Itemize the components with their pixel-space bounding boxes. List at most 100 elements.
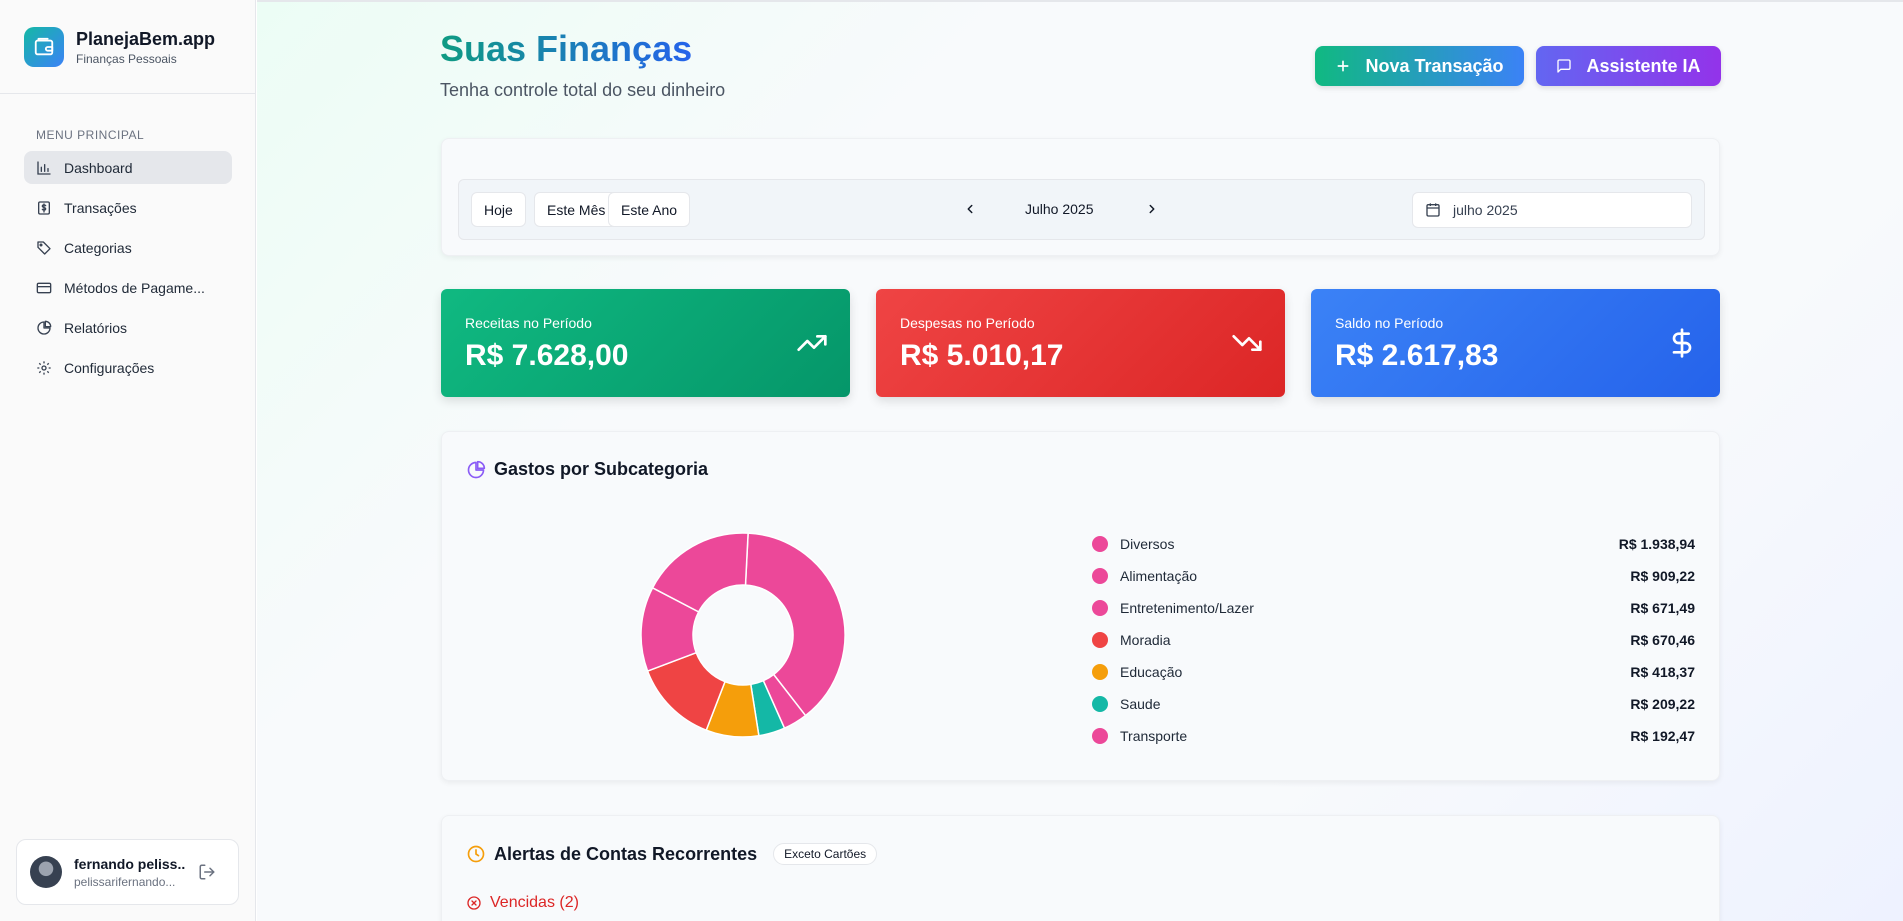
- page-title: Suas Finanças: [440, 28, 693, 69]
- credit-card-icon: [36, 282, 52, 293]
- legend-label: Saude: [1120, 696, 1161, 712]
- period-filter-bar: Hoje Este Mês Este Ano Julho 2025 julho …: [458, 179, 1705, 240]
- date-picker-value: julho 2025: [1453, 202, 1518, 218]
- legend-value: R$ 1.938,94: [1618, 536, 1695, 552]
- sidebar-item-label: Configurações: [64, 359, 155, 376]
- expense-label: Despesas no Período: [900, 315, 1035, 331]
- plus-icon: [1337, 60, 1349, 72]
- legend-label: Educação: [1120, 664, 1183, 680]
- menu-section-title: MENU PRINCIPAL: [36, 128, 145, 142]
- chevron-left-icon[interactable]: [963, 202, 977, 216]
- legend-item: Diversos R$ 1.938,94: [1092, 528, 1695, 560]
- new-transaction-button[interactable]: Nova Transação: [1315, 46, 1524, 86]
- legend-value: R$ 909,22: [1630, 568, 1695, 584]
- income-label: Receitas no Período: [465, 315, 592, 331]
- trending-down-icon: [1232, 335, 1262, 351]
- sidebar-item-label: Categorias: [64, 239, 132, 256]
- chevron-right-icon[interactable]: [1145, 202, 1159, 216]
- alerts-title: Alertas de Contas Recorrentes: [494, 843, 758, 864]
- sidebar-item-transactions[interactable]: Transações: [24, 191, 232, 224]
- period-label: Julho 2025: [1025, 201, 1094, 217]
- x-circle-icon: [467, 896, 481, 910]
- legend-item: Educação R$ 418,37: [1092, 656, 1695, 688]
- ai-assistant-label: Assistente IA: [1586, 55, 1701, 76]
- income-value: R$ 7.628,00: [465, 339, 629, 372]
- legend-label: Transporte: [1120, 728, 1188, 744]
- legend-value: R$ 418,37: [1630, 664, 1695, 680]
- expense-card: Despesas no Período R$ 5.010,17: [876, 289, 1285, 397]
- sidebar-item-categories[interactable]: Categorias: [24, 231, 232, 264]
- subcategory-chart-header: Gastos por Subcategoria: [466, 459, 708, 480]
- user-name: fernando peliss...: [74, 855, 186, 872]
- sidebar-item-label: Dashboard: [64, 159, 133, 176]
- recurring-alerts-card: Alertas de Contas Recorrentes Exceto Car…: [441, 815, 1720, 921]
- legend-value: R$ 671,49: [1630, 600, 1695, 616]
- calendar-icon: [1426, 203, 1440, 217]
- avatar: [30, 856, 62, 888]
- except-cards-badge: Exceto Cartões: [773, 843, 878, 865]
- legend-label: Moradia: [1120, 632, 1171, 648]
- sidebar-item-dashboard[interactable]: Dashboard: [24, 151, 232, 184]
- dollar-receipt-icon: [38, 200, 50, 215]
- sidebar-item-payment-methods[interactable]: Métodos de Pagame...: [24, 271, 232, 304]
- user-card[interactable]: fernando peliss... pelissarifernando...: [16, 839, 239, 905]
- legend-swatch: [1092, 664, 1108, 680]
- sidebar-item-label: Relatórios: [64, 319, 128, 336]
- legend-value: R$ 192,47: [1630, 728, 1695, 744]
- legend-item: Entretenimento/Lazer R$ 671,49: [1092, 592, 1695, 624]
- brand-name: PlanejaBem.app: [76, 28, 216, 49]
- chat-icon: [1557, 59, 1572, 73]
- filter-this-year-button[interactable]: Este Ano: [608, 192, 691, 227]
- legend-value: R$ 209,22: [1630, 696, 1695, 712]
- legend-swatch: [1092, 632, 1108, 648]
- sidebar-item-label: Métodos de Pagame...: [64, 279, 205, 296]
- main-content: Suas Finanças Tenha controle total do se…: [257, 0, 1903, 921]
- balance-value: R$ 2.617,83: [1335, 339, 1499, 372]
- bar-chart-icon: [37, 160, 51, 175]
- period-filter-card: Hoje Este Mês Este Ano Julho 2025 julho …: [441, 138, 1720, 256]
- donut-chart: [640, 532, 846, 738]
- ai-assistant-button[interactable]: Assistente IA: [1536, 46, 1721, 86]
- legend-swatch: [1092, 568, 1108, 584]
- chart-legend: Diversos R$ 1.938,94 Alimentação R$ 909,22 E…: [1092, 528, 1695, 752]
- brand[interactable]: PlanejaBem.app Finanças Pessoais: [0, 0, 255, 94]
- trending-up-icon: [797, 335, 827, 351]
- logout-icon[interactable]: [198, 863, 216, 881]
- wallet-icon: [24, 26, 64, 67]
- new-transaction-label: Nova Transação: [1365, 55, 1504, 76]
- sidebar-item-label: Transações: [64, 199, 137, 216]
- tag-icon: [37, 240, 51, 255]
- income-card: Receitas no Período R$ 7.628,00: [441, 289, 850, 397]
- legend-item: Transporte R$ 192,47: [1092, 720, 1695, 752]
- dollar-icon: [1672, 328, 1692, 358]
- legend-label: Entretenimento/Lazer: [1120, 600, 1254, 616]
- expense-value: R$ 5.010,17: [900, 339, 1064, 372]
- filter-today-button[interactable]: Hoje: [471, 192, 526, 227]
- legend-item: Saude R$ 209,22: [1092, 688, 1695, 720]
- legend-value: R$ 670,46: [1630, 632, 1695, 648]
- sidebar: PlanejaBem.app Finanças Pessoais MENU PR…: [0, 0, 256, 921]
- legend-label: Alimentação: [1120, 568, 1198, 584]
- brand-subtitle: Finanças Pessoais: [76, 51, 177, 66]
- legend-swatch: [1092, 728, 1108, 744]
- user-email: pelissarifernando...: [74, 874, 176, 889]
- date-picker-input[interactable]: julho 2025: [1412, 192, 1692, 228]
- legend-swatch: [1092, 536, 1108, 552]
- pie-chart-icon: [37, 320, 52, 335]
- clock-icon: [467, 845, 485, 863]
- filter-this-month-button[interactable]: Este Mês: [534, 192, 619, 227]
- gear-icon: [37, 360, 51, 375]
- sidebar-menu: Dashboard Transações Categorias Métodos …: [24, 151, 232, 391]
- overdue-label: Vencidas (2): [490, 894, 579, 911]
- balance-label: Saldo no Período: [1335, 315, 1444, 331]
- subcategory-expenses-card: Gastos por Subcategoria Diversos R$ 1.938…: [441, 431, 1720, 781]
- overdue-section[interactable]: Vencidas (2): [466, 894, 579, 912]
- alerts-header: Alertas de Contas Recorrentes Exceto Car…: [466, 843, 878, 865]
- legend-item: Moradia R$ 670,46: [1092, 624, 1695, 656]
- pie-chart-icon: [467, 460, 486, 478]
- legend-swatch: [1092, 600, 1108, 616]
- sidebar-item-settings[interactable]: Configurações: [24, 351, 232, 384]
- balance-card: Saldo no Período R$ 2.617,83: [1311, 289, 1720, 397]
- legend-label: Diversos: [1120, 536, 1175, 552]
- sidebar-item-reports[interactable]: Relatórios: [24, 311, 232, 344]
